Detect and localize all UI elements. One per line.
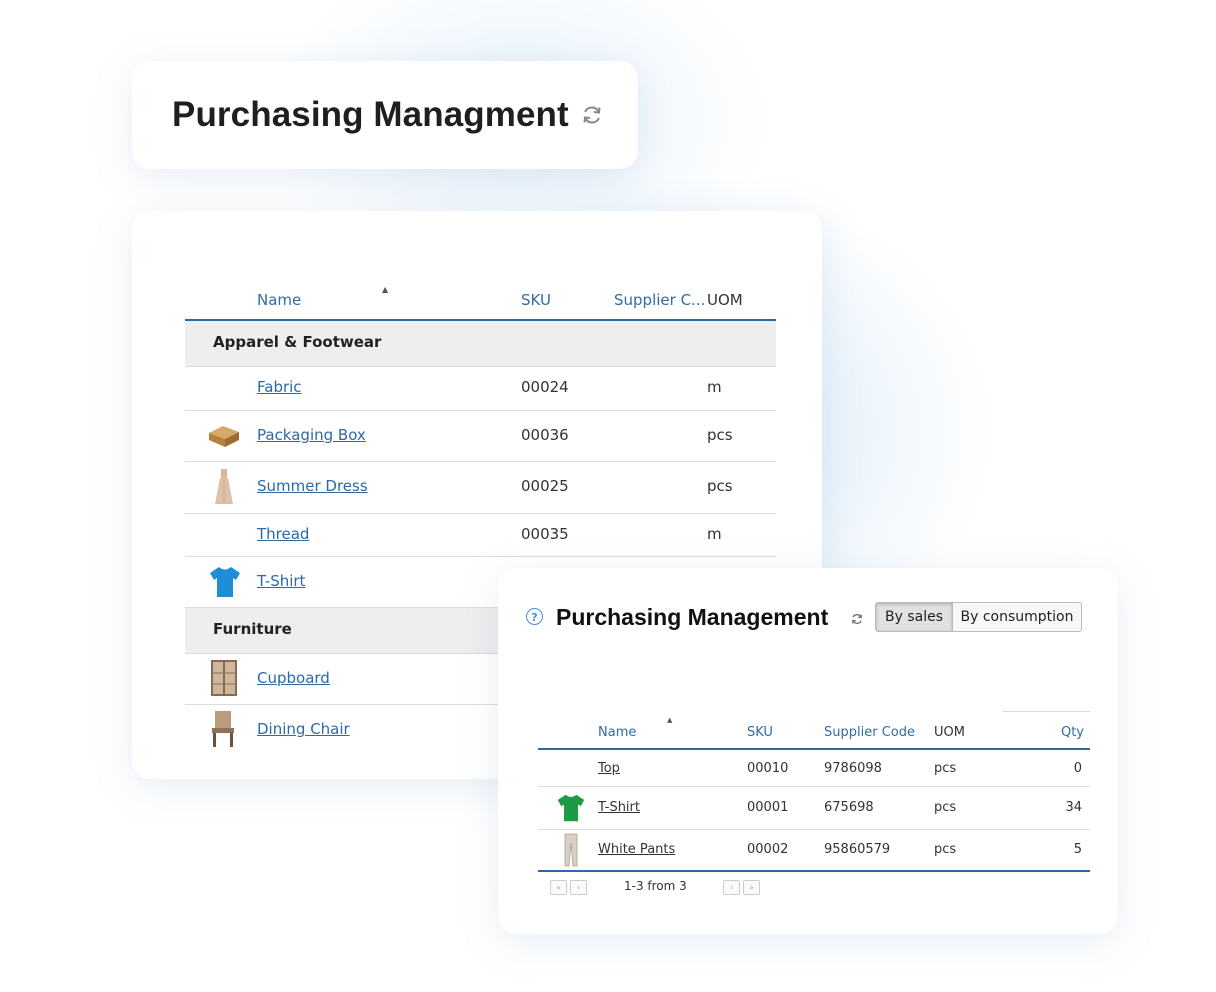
- product-link[interactable]: T-Shirt: [257, 572, 305, 590]
- product-link[interactable]: Fabric: [257, 378, 302, 396]
- product-link[interactable]: Dining Chair: [257, 720, 350, 738]
- uom-cell: pcs: [934, 761, 957, 776]
- white-pants-icon: [564, 833, 578, 867]
- sku-cell: 00036: [521, 426, 569, 444]
- table-row[interactable]: T-Shirt 00001 675698 pcs 34: [538, 787, 1090, 830]
- dining-chair-icon: [212, 711, 234, 747]
- next-page-button[interactable]: ›: [723, 880, 740, 895]
- cupboard-icon: [211, 660, 237, 696]
- sku-cell: 00002: [747, 842, 789, 857]
- page-title: Purchasing Managment: [172, 95, 569, 134]
- supplier-code-cell: 675698: [824, 800, 874, 815]
- table-header: Name ▲ SKU Supplier C... UOM: [185, 281, 776, 321]
- column-header-name[interactable]: Name: [257, 291, 301, 309]
- qty-cell: 34: [1065, 800, 1082, 815]
- column-header-supplier-code[interactable]: Supplier Code: [824, 725, 915, 740]
- sku-cell: 00001: [747, 800, 789, 815]
- table-row[interactable]: Summer Dress 00025 pcs: [185, 462, 776, 514]
- table-header: Name ▲ SKU Supplier Code UOM Qty: [538, 712, 1090, 750]
- summer-dress-icon: [215, 469, 233, 504]
- by-sales-toggle[interactable]: By sales: [875, 602, 953, 632]
- uom-cell: m: [707, 525, 722, 543]
- product-link[interactable]: Top: [598, 761, 620, 776]
- table-row[interactable]: Fabric 00024 m: [185, 366, 776, 411]
- packaging-box-icon: [209, 426, 239, 447]
- sku-cell: 00010: [747, 761, 789, 776]
- previous-page-button[interactable]: ‹: [570, 880, 587, 895]
- product-link[interactable]: White Pants: [598, 842, 675, 857]
- uom-cell: pcs: [707, 477, 733, 495]
- supplier-code-cell: 9786098: [824, 761, 882, 776]
- refresh-icon[interactable]: [580, 103, 604, 127]
- column-header-uom[interactable]: UOM: [934, 725, 965, 740]
- help-icon[interactable]: ?: [526, 608, 543, 625]
- group-row-apparel[interactable]: Apparel & Footwear: [185, 321, 776, 367]
- uom-cell: pcs: [934, 800, 957, 815]
- group-label: Apparel & Footwear: [213, 333, 382, 351]
- pagination: « ‹ 1-3 from 3 › »: [538, 870, 1090, 895]
- column-header-uom[interactable]: UOM: [707, 291, 743, 309]
- qty-cell: 5: [1073, 842, 1082, 857]
- sort-ascending-icon[interactable]: ▲: [667, 716, 672, 724]
- last-page-button[interactable]: »: [743, 880, 760, 895]
- column-header-supplier-code[interactable]: Supplier C...: [614, 291, 705, 309]
- table-row[interactable]: Thread 00035 m: [185, 514, 776, 557]
- title-card: Purchasing Managment: [132, 61, 638, 169]
- purchasing-management-panel: ? Purchasing Management By sales By cons…: [498, 568, 1118, 934]
- uom-cell: pcs: [934, 842, 957, 857]
- first-page-button[interactable]: «: [550, 880, 567, 895]
- group-label: Furniture: [213, 620, 292, 638]
- column-header-qty[interactable]: Qty: [1061, 725, 1084, 740]
- product-link[interactable]: Thread: [257, 525, 309, 543]
- uom-cell: m: [707, 378, 722, 396]
- product-link[interactable]: Summer Dress: [257, 477, 368, 495]
- refresh-icon[interactable]: [850, 612, 864, 626]
- supplier-code-cell: 95860579: [824, 842, 891, 857]
- table-row[interactable]: Top 00010 9786098 pcs 0: [538, 750, 1090, 787]
- sku-cell: 00025: [521, 477, 569, 495]
- sku-cell: 00024: [521, 378, 569, 396]
- product-link[interactable]: Packaging Box: [257, 426, 366, 444]
- uom-cell: pcs: [707, 426, 733, 444]
- pagination-info: 1-3 from 3: [624, 879, 687, 893]
- column-header-sku[interactable]: SKU: [747, 725, 773, 740]
- panel-title: Purchasing Management: [556, 604, 829, 630]
- by-consumption-toggle[interactable]: By consumption: [952, 602, 1082, 632]
- product-link[interactable]: T-Shirt: [598, 800, 640, 815]
- t-shirt-icon: [557, 794, 585, 822]
- column-header-name[interactable]: Name: [598, 725, 636, 740]
- table-row[interactable]: Packaging Box 00036 pcs: [185, 411, 776, 462]
- product-link[interactable]: Cupboard: [257, 669, 330, 687]
- sku-cell: 00035: [521, 525, 569, 543]
- t-shirt-icon: [210, 567, 240, 597]
- table-row[interactable]: White Pants 00002 95860579 pcs 5: [538, 830, 1090, 870]
- sort-ascending-icon[interactable]: ▲: [382, 285, 388, 294]
- column-header-sku[interactable]: SKU: [521, 291, 551, 309]
- qty-cell: 0: [1073, 761, 1082, 776]
